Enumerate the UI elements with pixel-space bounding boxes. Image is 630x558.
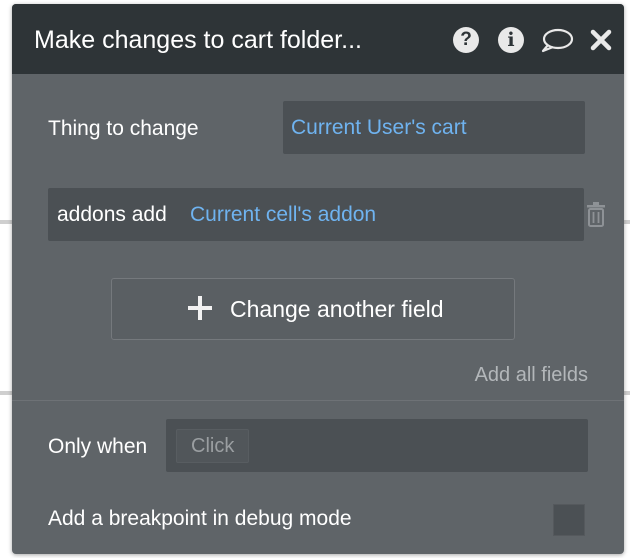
section-divider bbox=[12, 400, 624, 401]
breakpoint-checkbox[interactable] bbox=[553, 504, 585, 536]
panel-header: Make changes to cart folder... ? i bbox=[12, 4, 624, 74]
field-change-name: addons add bbox=[57, 203, 167, 226]
thing-to-change-field[interactable]: Current User's cart bbox=[283, 101, 585, 154]
only-when-label: Only when bbox=[48, 435, 148, 458]
only-when-field[interactable]: Click bbox=[166, 419, 588, 472]
help-icon[interactable]: ? bbox=[453, 27, 479, 53]
only-when-placeholder[interactable]: Click bbox=[176, 429, 250, 463]
info-icon[interactable]: i bbox=[498, 27, 524, 53]
workflow-action-panel: Make changes to cart folder... ? i Thing… bbox=[12, 4, 624, 554]
plus-icon bbox=[187, 292, 213, 324]
change-another-field-button[interactable]: Change another field bbox=[111, 278, 515, 340]
trash-icon[interactable] bbox=[586, 201, 606, 227]
field-change-value[interactable]: Current cell's addon bbox=[190, 203, 376, 227]
comment-icon[interactable] bbox=[540, 27, 574, 53]
thing-to-change-label: Thing to change bbox=[48, 117, 199, 140]
add-all-fields-link[interactable]: Add all fields bbox=[475, 364, 588, 387]
breakpoint-label: Add a breakpoint in debug mode bbox=[48, 507, 352, 530]
field-change-row[interactable]: addons add Current cell's addon bbox=[48, 188, 584, 241]
change-another-field-label: Change another field bbox=[230, 296, 444, 322]
close-icon[interactable] bbox=[588, 27, 614, 53]
panel-title: Make changes to cart folder... bbox=[34, 26, 362, 54]
thing-to-change-value[interactable]: Current User's cart bbox=[291, 116, 467, 140]
